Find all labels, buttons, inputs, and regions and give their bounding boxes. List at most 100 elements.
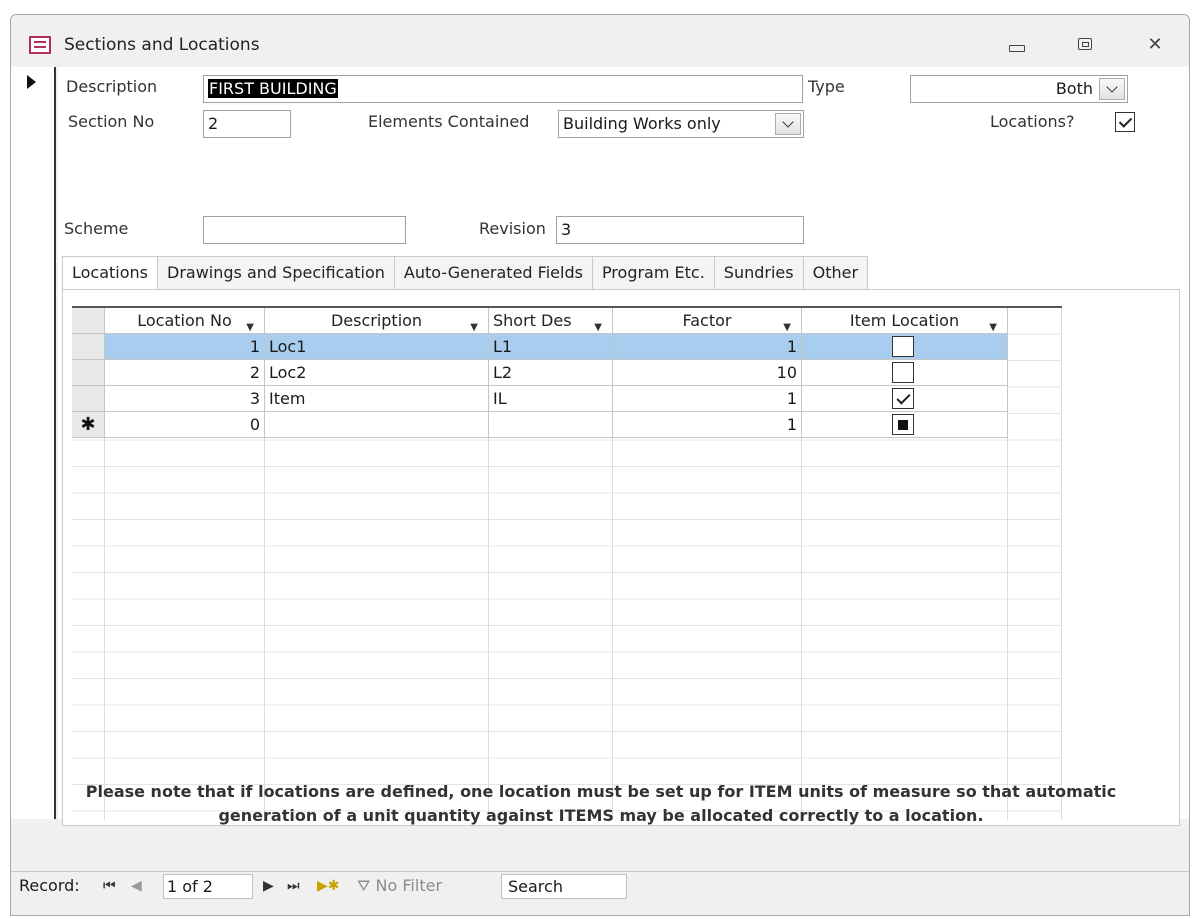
- sort-dropdown-icon[interactable]: ▼: [989, 315, 997, 333]
- table-row[interactable]: 2 Loc2 L2 10: [72, 360, 1008, 386]
- location-no-cell[interactable]: 2: [105, 360, 265, 386]
- row-selector[interactable]: [72, 360, 105, 386]
- minimize-icon: [1009, 44, 1025, 52]
- select-all-cell[interactable]: [72, 308, 105, 334]
- scheme-field[interactable]: [203, 216, 406, 244]
- new-record-icon[interactable]: ✱: [72, 412, 105, 438]
- new-record-icon[interactable]: ▶✱: [317, 878, 340, 894]
- table-row[interactable]: 1 Loc1 L1 1: [72, 334, 1008, 360]
- filter-icon: ⛛: [357, 876, 371, 895]
- description-field[interactable]: FIRST BUILDING: [203, 75, 803, 103]
- filter-toggle[interactable]: ⛛ No Filter: [357, 876, 442, 896]
- column-header-label: Description: [330, 311, 423, 330]
- last-record-icon[interactable]: ⏭: [287, 878, 300, 894]
- locations-datasheet: Location No ▼ Description ▼ Short Des ▼ Fac…: [72, 306, 1062, 820]
- description-cell[interactable]: Item: [265, 386, 489, 412]
- column-header-label: Item Location: [849, 311, 960, 330]
- locations-label: Locations?: [990, 112, 1075, 131]
- factor-cell[interactable]: 10: [613, 360, 802, 386]
- first-record-icon[interactable]: ⏮: [103, 878, 116, 894]
- column-header-factor[interactable]: Factor ▼: [613, 308, 802, 334]
- item-location-cell: [802, 334, 1008, 360]
- column-header-label: Factor: [682, 311, 732, 330]
- locations-note: Please note that if locations are define…: [11, 780, 1189, 828]
- table-row[interactable]: 3 Item IL 1: [72, 386, 1008, 412]
- column-header-label: Short Des: [493, 311, 572, 330]
- item-location-cell: [802, 386, 1008, 412]
- elements-contained-label: Elements Contained: [368, 112, 530, 131]
- section-no-label: Section No: [68, 112, 155, 131]
- factor-cell[interactable]: 1: [613, 412, 802, 438]
- description-cell[interactable]: Loc2: [265, 360, 489, 386]
- locations-tab-panel: Location No ▼ Description ▼ Short Des ▼ Fac…: [62, 289, 1180, 826]
- next-record-icon[interactable]: ▶: [263, 878, 274, 894]
- short-des-cell[interactable]: L2: [489, 360, 613, 386]
- item-location-checkbox[interactable]: [892, 388, 914, 409]
- tab-program-etc[interactable]: Program Etc.: [591, 256, 715, 290]
- sort-dropdown-icon[interactable]: ▼: [783, 315, 791, 333]
- form-body: Description FIRST BUILDING Type Both Sec…: [58, 67, 1189, 826]
- scheme-label: Scheme: [64, 219, 129, 238]
- row-selector[interactable]: [72, 386, 105, 412]
- column-header-label: Location No: [137, 311, 232, 330]
- sort-dropdown-icon[interactable]: ▼: [594, 315, 602, 333]
- note-line-1: Please note that if locations are define…: [85, 782, 1117, 801]
- tab-other[interactable]: Other: [802, 256, 869, 290]
- type-dropdown-button[interactable]: [1099, 78, 1125, 100]
- close-icon: ✕: [1147, 33, 1163, 55]
- record-selector[interactable]: [11, 67, 56, 819]
- current-record-arrow-icon: [27, 75, 36, 89]
- current-record-field[interactable]: 1 of 2: [163, 874, 253, 899]
- revision-field[interactable]: 3: [556, 216, 804, 244]
- revision-label: Revision: [479, 219, 546, 238]
- title-bar[interactable]: Sections and Locations ✕: [11, 15, 1189, 65]
- datasheet-header-row: Location No ▼ Description ▼ Short Des ▼ Fac…: [72, 308, 1062, 334]
- chevron-down-icon: [1106, 81, 1118, 93]
- item-location-checkbox[interactable]: [892, 336, 914, 357]
- factor-cell[interactable]: 1: [613, 386, 802, 412]
- factor-cell[interactable]: 1: [613, 334, 802, 360]
- elements-contained-combobox[interactable]: Building Works only: [558, 110, 804, 138]
- description-value: FIRST BUILDING: [208, 79, 338, 98]
- tab-auto-generated-fields[interactable]: Auto-Generated Fields: [393, 256, 593, 290]
- minimize-button[interactable]: [999, 31, 1035, 57]
- tab-drawings-and-specification[interactable]: Drawings and Specification: [157, 256, 395, 290]
- tab-strip: Locations Drawings and Specification Aut…: [62, 256, 869, 291]
- short-des-cell[interactable]: IL: [489, 386, 613, 412]
- record-navigation-bar: Record: ⏮ ◀ 1 of 2 ▶ ⏭ ▶✱ ⛛ No Filter Se…: [11, 871, 1189, 901]
- item-location-checkbox[interactable]: [892, 362, 914, 383]
- maximize-button[interactable]: [1067, 31, 1103, 57]
- location-no-cell[interactable]: 0: [105, 412, 265, 438]
- section-no-field[interactable]: 2: [203, 110, 291, 138]
- description-cell[interactable]: Loc1: [265, 334, 489, 360]
- column-header-item-location[interactable]: Item Location ▼: [802, 308, 1008, 334]
- sort-dropdown-icon[interactable]: ▼: [246, 315, 254, 333]
- restore-icon: [1078, 38, 1092, 50]
- elements-contained-dropdown-button[interactable]: [775, 113, 801, 135]
- window: Sections and Locations ✕ Description FIR…: [10, 14, 1190, 916]
- checkmark-icon: [895, 389, 911, 405]
- location-no-cell[interactable]: 3: [105, 386, 265, 412]
- previous-record-icon[interactable]: ◀: [131, 878, 142, 894]
- note-line-2: generation of a unit quantity against IT…: [218, 806, 984, 825]
- type-label: Type: [808, 77, 845, 96]
- item-location-checkbox[interactable]: [892, 414, 914, 435]
- row-selector[interactable]: [72, 334, 105, 360]
- short-des-cell[interactable]: [489, 412, 613, 438]
- short-des-cell[interactable]: L1: [489, 334, 613, 360]
- type-combobox[interactable]: Both: [910, 75, 1128, 103]
- chevron-down-icon: [782, 116, 794, 128]
- new-record-row[interactable]: ✱ 0 1: [72, 412, 1008, 438]
- sort-dropdown-icon[interactable]: ▼: [470, 315, 478, 333]
- checkmark-icon: [1118, 113, 1132, 128]
- column-header-location-no[interactable]: Location No ▼: [105, 308, 265, 334]
- locations-checkbox[interactable]: [1115, 112, 1135, 132]
- column-header-short-des[interactable]: Short Des ▼: [489, 308, 613, 334]
- tab-sundries[interactable]: Sundries: [713, 256, 804, 290]
- search-input[interactable]: Search: [501, 874, 627, 899]
- description-cell[interactable]: [265, 412, 489, 438]
- location-no-cell[interactable]: 1: [105, 334, 265, 360]
- tab-locations[interactable]: Locations: [62, 256, 159, 291]
- column-header-description[interactable]: Description ▼: [265, 308, 489, 334]
- close-button[interactable]: ✕: [1137, 31, 1173, 57]
